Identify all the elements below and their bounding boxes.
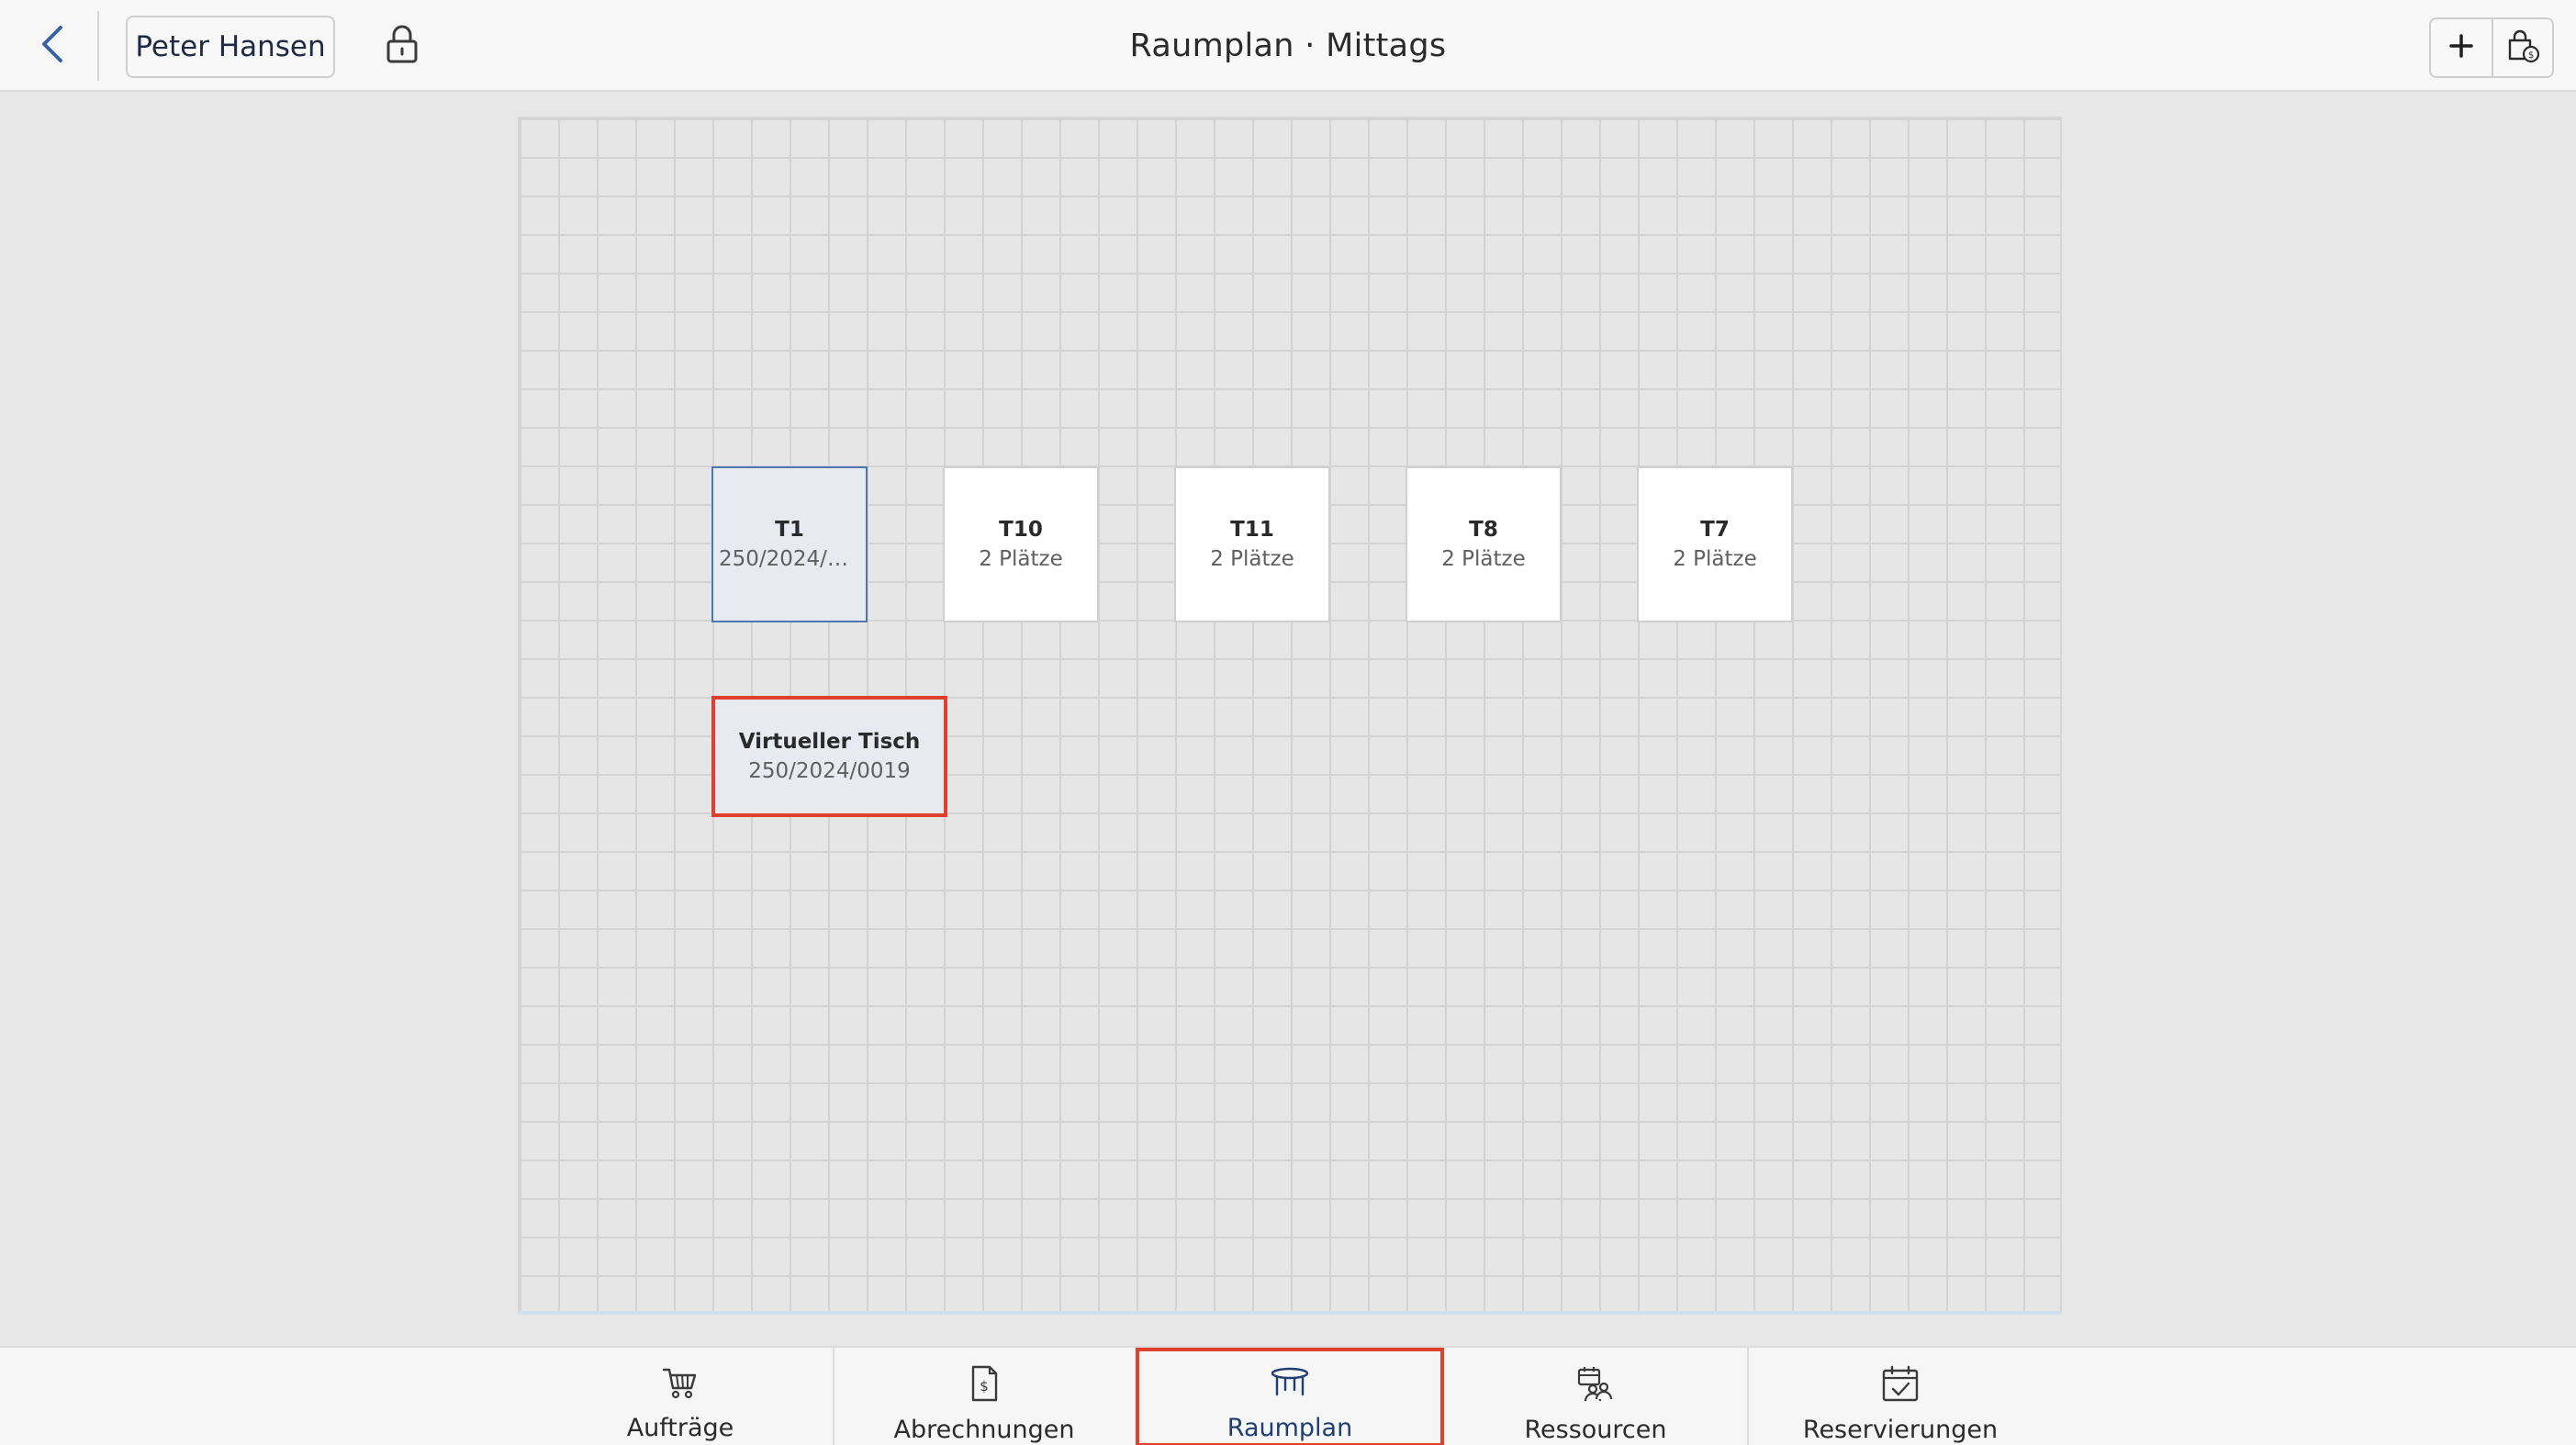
chevron-left-icon (35, 22, 72, 70)
table-name: T7 (1700, 518, 1730, 542)
top-bar-divider (97, 11, 99, 81)
table-seats: 2 Plätze (1210, 547, 1294, 571)
top-bar: Peter Hansen Raumplan · Mittags $ (0, 0, 2576, 92)
tab-abrechnungen[interactable]: $ Abrechnungen (834, 1348, 1134, 1445)
virtual-table-order-number: 250/2024/0019 (748, 759, 911, 783)
tab-raumplan[interactable]: Raumplan (1136, 1348, 1444, 1445)
shopping-bag-money-icon: $ (2504, 28, 2541, 68)
table-seats: 2 Plätze (1441, 547, 1526, 571)
cart-icon (660, 1364, 700, 1405)
lock-icon (385, 24, 420, 68)
table-t1[interactable]: T1 250/2024/0... (711, 466, 868, 622)
user-button[interactable]: Peter Hansen (126, 16, 335, 78)
table-name: T1 (775, 518, 804, 542)
table-order-number: 250/2024/0... (719, 547, 861, 571)
lock-button[interactable] (378, 22, 426, 70)
bottom-tab-bar: Aufträge $ Abrechnungen Raumplan Ressour… (0, 1346, 2576, 1445)
tab-label: Ressourcen (1524, 1416, 1667, 1444)
table-t8[interactable]: T8 2 Plätze (1406, 466, 1562, 622)
add-button[interactable] (2431, 19, 2492, 76)
tab-label: Abrechnungen (893, 1416, 1075, 1444)
tab-label: Aufträge (626, 1414, 734, 1442)
svg-text:$: $ (980, 1378, 989, 1395)
table-name: T8 (1469, 518, 1498, 542)
header-actions: $ (2429, 17, 2554, 78)
tab-label: Raumplan (1226, 1414, 1353, 1442)
table-seats: 2 Plätze (1673, 547, 1757, 571)
virtual-table-name: Virtueller Tisch (738, 730, 921, 754)
table-icon (1269, 1364, 1311, 1405)
plus-icon (2447, 32, 2475, 63)
calendar-check-icon (1880, 1364, 1921, 1406)
virtual-table[interactable]: Virtueller Tisch 250/2024/0019 (711, 696, 947, 817)
table-seats: 2 Plätze (979, 547, 1063, 571)
table-t10[interactable]: T10 2 Plätze (943, 466, 1099, 622)
resources-icon (1574, 1364, 1617, 1406)
tab-auftraege[interactable]: Aufträge (528, 1348, 833, 1445)
invoice-icon: $ (968, 1364, 1001, 1406)
floor-plan-canvas: T1 250/2024/0... T10 2 Plätze T11 2 Plät… (518, 117, 2062, 1315)
tab-ressourcen[interactable]: Ressourcen (1444, 1348, 1747, 1445)
tab-label: Reservierungen (1802, 1416, 1999, 1444)
table-t11[interactable]: T11 2 Plätze (1174, 466, 1330, 622)
table-name: T11 (1230, 518, 1274, 542)
bag-button[interactable]: $ (2491, 19, 2552, 76)
tab-reservierungen[interactable]: Reservierungen (1749, 1348, 2052, 1445)
table-t7[interactable]: T7 2 Plätze (1637, 466, 1793, 622)
table-name: T10 (999, 518, 1043, 542)
svg-text:$: $ (2528, 50, 2534, 61)
back-button[interactable] (24, 17, 83, 75)
